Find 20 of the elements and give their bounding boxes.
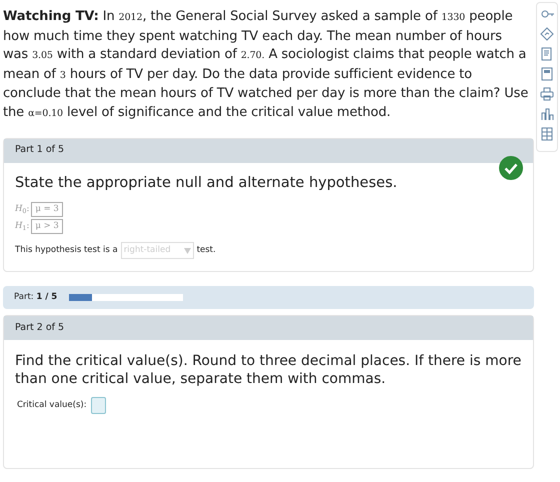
question-prompt: Find the critical value(s). Round to three decimal places. If there is more than one critical value, separate them with commas. [15,352,522,388]
hypothesis-answer: μ > 3 [31,219,63,234]
hypothesis-label: H$_{1}$: [15,220,30,234]
sentence-text: This hypothesis test is a [15,244,118,258]
progress-label: Part: 1 / 5 [14,291,58,304]
sentence-text: test. [196,244,216,258]
notes-icon[interactable] [540,47,554,61]
hypothesis-answer: μ = 3 [31,202,63,218]
question-prompt: State the appropriate null and alternate hypotheses. [15,174,398,193]
part-header: Part 2 of 5 [4,316,533,340]
hypothesis-label: H$_{0}$: [15,203,30,216]
field-label: Critical value(s): [17,399,87,412]
diamond-icon[interactable] [540,27,554,41]
answer-box[interactable] [90,397,106,414]
spreadsheet-icon[interactable] [540,127,554,141]
print-icon[interactable] [540,87,554,101]
problem-text: Watching TV: In 2012, the General Social Survey asked a sample of 1330 people how much time they spent watching TV each day. The mean number of hours was 3.05 with a standard deviation of 2.70. A sociologist claims that people watch a mean of 3 hours of TV per day. Do the data provide sufficient evidence to conclude that the mean hours of TV watched per day is more than the claim? Use the α=0.10 level of significance and the critical value method. [3,8,530,122]
caret-icon [184,248,191,254]
part-header: Part 1 of 5 [4,138,533,163]
bar-chart-icon[interactable] [540,107,554,121]
